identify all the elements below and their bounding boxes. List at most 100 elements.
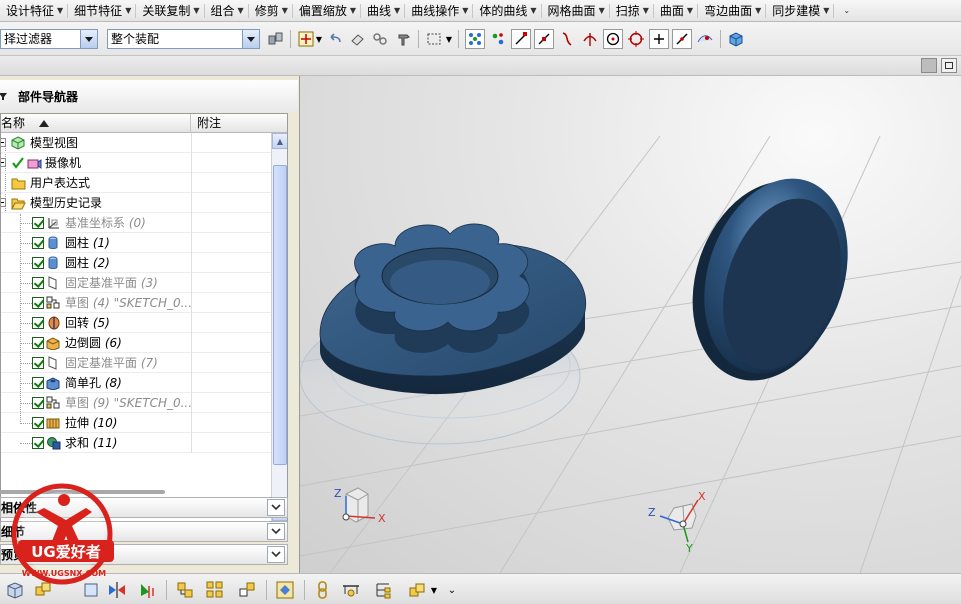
tree-row-datum-plane-7[interactable]: 固定基准平面 (7): [1, 353, 271, 373]
tree-row-extrude-10[interactable]: 拉伸 (10): [1, 413, 271, 433]
triad-z-label: Z: [334, 487, 342, 500]
tree-row-datum-csys[interactable]: 基准坐标系 (0): [1, 213, 271, 233]
graphics-viewport[interactable]: Z X Z X Y: [300, 76, 961, 573]
tree-row-datum-plane-3[interactable]: 固定基准平面 (3): [1, 273, 271, 293]
column-header-name[interactable]: 名称: [1, 114, 191, 133]
visibility-checkbox[interactable]: [32, 297, 44, 309]
tree-row-model-views[interactable]: 模型视图: [1, 133, 271, 153]
tree-guide: [20, 283, 32, 284]
dropdown-arrow-icon[interactable]: ▼: [444, 29, 454, 49]
point-on-surface-snap-icon[interactable]: [695, 29, 715, 49]
visibility-checkbox[interactable]: [32, 237, 44, 249]
point-on-curve-snap-icon[interactable]: [672, 29, 692, 49]
expand-toggle-icon[interactable]: [1, 158, 6, 167]
dropdown-arrow-icon[interactable]: [242, 30, 259, 48]
menu-synchronous-modeling[interactable]: 同步建模 ▼: [766, 0, 833, 22]
scroll-thumb[interactable]: [273, 165, 287, 465]
view-selection-icon[interactable]: [274, 579, 296, 601]
existing-point-snap-icon[interactable]: [649, 29, 669, 49]
menu-sweep[interactable]: 扫掠 ▼: [610, 0, 653, 22]
end-point-snap-icon[interactable]: [511, 29, 531, 49]
menu-associative-copy[interactable]: 关联复制 ▼: [136, 0, 203, 22]
expand-toggle-icon[interactable]: [1, 198, 6, 207]
visibility-checkbox[interactable]: [32, 357, 44, 369]
column-header-note[interactable]: 附注: [197, 114, 221, 133]
snap-settings-icon[interactable]: [488, 29, 508, 49]
menu-surface[interactable]: 曲面 ▼: [654, 0, 697, 22]
hammer-icon[interactable]: [394, 29, 414, 49]
column-separator: [191, 393, 192, 413]
menu-offset-scale[interactable]: 偏置缩放 ▼: [293, 0, 360, 22]
visibility-checkbox[interactable]: [32, 437, 44, 449]
type-filter-select[interactable]: 择过滤器: [0, 29, 98, 49]
visibility-checkbox[interactable]: [32, 397, 44, 409]
visibility-checkbox[interactable]: [32, 317, 44, 329]
expand-toggle-icon[interactable]: [1, 138, 6, 147]
chain-link-icon[interactable]: [312, 579, 334, 601]
snap-endpoints-icon[interactable]: [465, 29, 485, 49]
visibility-checkbox[interactable]: [32, 417, 44, 429]
snap-point-icon[interactable]: [296, 29, 316, 49]
tree-row-model-history[interactable]: 模型历史记录: [1, 193, 271, 213]
constraint-icon[interactable]: [236, 579, 258, 601]
wave-link-icon[interactable]: [174, 579, 196, 601]
dropdown-arrow-icon[interactable]: ▼: [428, 579, 440, 601]
quadrant-snap-icon[interactable]: [626, 29, 646, 49]
menu-combine[interactable]: 组合 ▼: [205, 0, 248, 22]
tree-row-cylinder-1[interactable]: 圆柱 (1): [1, 233, 271, 253]
chevron-down-icon[interactable]: [267, 546, 285, 563]
tree-structure-icon[interactable]: [372, 579, 394, 601]
undo-select-icon[interactable]: [326, 29, 346, 49]
eraser-icon[interactable]: [348, 29, 368, 49]
rectangle-select-icon[interactable]: [424, 29, 444, 49]
box-view-icon[interactable]: [726, 29, 746, 49]
menu-mesh-surface[interactable]: 网格曲面 ▼: [542, 0, 609, 22]
menu-overflow-button[interactable]: ⌄: [834, 0, 854, 22]
visibility-checkbox[interactable]: [32, 337, 44, 349]
menu-curve[interactable]: 曲线 ▼: [361, 0, 404, 22]
measure-icon[interactable]: [340, 579, 362, 601]
dropdown-arrow-icon[interactable]: ▼: [314, 29, 324, 49]
tree-vertical-scrollbar[interactable]: ▲ ▼: [271, 133, 287, 521]
component-filter-icon[interactable]: [266, 29, 286, 49]
tree-row-sketch-9[interactable]: 草图 (9) "SKETCH_0...: [1, 393, 271, 413]
navigator-title-bar[interactable]: 部件导航器: [0, 80, 298, 112]
mid-point-snap-icon[interactable]: [534, 29, 554, 49]
tree-row-revolve-5[interactable]: 回转 (5): [1, 313, 271, 333]
control-point-snap-icon[interactable]: [557, 29, 577, 49]
link-icon[interactable]: [370, 29, 390, 49]
tree-row-cameras[interactable]: 摄像机: [1, 153, 271, 173]
arc-center-snap-icon[interactable]: [603, 29, 623, 49]
dropdown-arrow-icon: ▼: [125, 5, 132, 15]
tree-row-unite-11[interactable]: 求和 (11): [1, 433, 271, 453]
dropdown-arrow-icon[interactable]: [80, 30, 97, 48]
restore-view-icon[interactable]: [921, 58, 937, 73]
tree-row-sketch-4[interactable]: 草图 (4) "SKETCH_0...: [1, 293, 271, 313]
menu-flange-surface[interactable]: 弯边曲面 ▼: [698, 0, 765, 22]
chevron-down-icon[interactable]: [267, 523, 285, 540]
scroll-up-icon[interactable]: ▲: [272, 133, 287, 149]
tree-row-simple-hole-8[interactable]: 简单孔 (8): [1, 373, 271, 393]
tree-row-user-expressions[interactable]: 用户表达式: [1, 173, 271, 193]
menu-detail-feature[interactable]: 细节特征 ▼: [68, 0, 135, 22]
intersection-snap-icon[interactable]: [580, 29, 600, 49]
tree-row-cylinder-2[interactable]: 圆柱 (2): [1, 253, 271, 273]
chevron-down-icon[interactable]: [267, 499, 285, 516]
show-hide-icon[interactable]: [406, 579, 428, 601]
maximize-icon[interactable]: [941, 58, 957, 73]
menu-body-curve[interactable]: 体的曲线 ▼: [473, 0, 540, 22]
visibility-checkbox[interactable]: [32, 257, 44, 269]
selection-scope-select[interactable]: 整个装配: [107, 29, 260, 49]
component-array-icon[interactable]: [204, 579, 226, 601]
toolbar-options-icon[interactable]: ⌄: [446, 579, 458, 601]
visibility-checkbox[interactable]: [32, 377, 44, 389]
menu-curve-operation[interactable]: 曲线操作 ▼: [405, 0, 472, 22]
model-views-icon: [11, 136, 25, 150]
tree-row-edge-blend-6[interactable]: 边倒圆 (6): [1, 333, 271, 353]
visibility-checkbox[interactable]: [32, 217, 44, 229]
visibility-checkbox[interactable]: [32, 277, 44, 289]
move-object-icon[interactable]: [136, 579, 158, 601]
checkmark-icon: [12, 157, 24, 169]
menu-trim[interactable]: 修剪 ▼: [249, 0, 292, 22]
menu-design-feature[interactable]: 设计特征 ▼: [0, 0, 67, 22]
